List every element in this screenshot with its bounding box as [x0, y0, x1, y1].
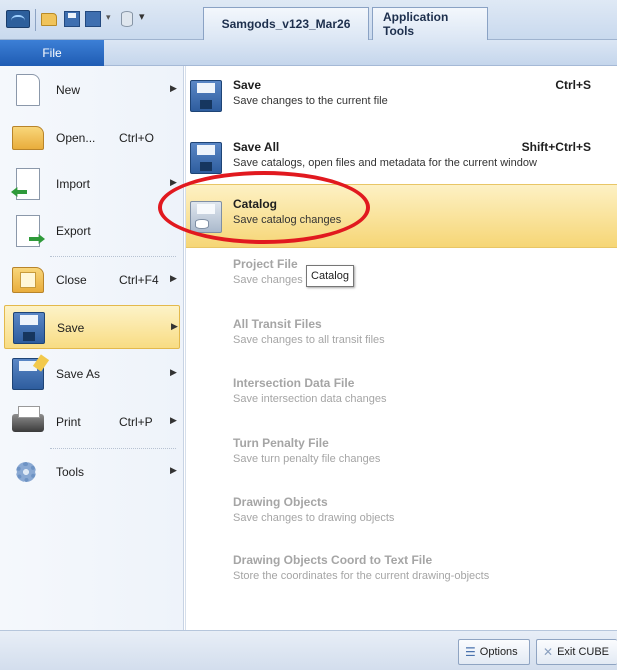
menu-item-close[interactable]: Close Ctrl+F4 ▶ [4, 258, 180, 302]
close-icon: ✕ [543, 645, 554, 659]
submenu-item-title: Save [233, 78, 262, 92]
submenu-item-title: All Transit Files [233, 317, 322, 331]
quick-access-separator [35, 9, 36, 31]
tools-gear-icon [16, 462, 36, 482]
submenu-arrow-icon: ▶ [170, 465, 177, 475]
menu-item-open[interactable]: Open... Ctrl+O [4, 116, 180, 160]
submenu-item-save[interactable]: Save Save changes to the current file Ct… [186, 66, 617, 120]
tooltip: Catalog [306, 265, 354, 287]
submenu-arrow-icon: ▶ [170, 177, 177, 187]
submenu-item-intersection-data-file: Intersection Data File Save intersection… [186, 364, 617, 418]
menu-item-shortcut: Ctrl+F4 [119, 273, 159, 287]
save-all-icon[interactable] [85, 11, 101, 27]
menu-item-label: New [56, 83, 81, 97]
save-submenu: Save Save changes to the current file Ct… [185, 66, 617, 630]
menu-item-label: Import [56, 177, 91, 191]
chevron-down-icon[interactable]: ▾ [106, 12, 114, 28]
submenu-item-title: Intersection Data File [233, 376, 355, 390]
new-document-icon [16, 74, 40, 106]
submenu-item-catalog[interactable]: Catalog Save catalog changes [186, 184, 617, 248]
menu-separator [50, 256, 176, 257]
menu-item-export[interactable]: Export [4, 209, 180, 253]
menu-item-save[interactable]: Save ▶ [4, 305, 180, 349]
menu-item-shortcut: Ctrl+O [119, 131, 155, 145]
menu-separator [50, 448, 176, 449]
save-as-icon [12, 358, 44, 390]
submenu-item-all-transit-files: All Transit Files Save changes to all tr… [186, 305, 617, 359]
application-tools-tab[interactable]: Application Tools [372, 7, 488, 40]
menu-item-label: Save [57, 321, 85, 335]
bottom-bar: ☰ Options ✕ Exit CUBE [0, 630, 617, 670]
submenu-item-title: Catalog [233, 197, 278, 211]
submenu-item-turn-penalty-file: Turn Penalty File Save turn penalty file… [186, 424, 617, 478]
customize-quick-access-icon[interactable]: ▾ [139, 10, 149, 26]
submenu-item-drawing-objects-coord: Drawing Objects Coord to Text File Store… [186, 541, 617, 595]
submenu-item-shortcut: Shift+Ctrl+S [521, 140, 591, 154]
submenu-item-project-file: Project File Save changes to PR file [186, 245, 617, 299]
menu-item-save-as[interactable]: Save As ▶ [4, 352, 180, 396]
save-icon [13, 312, 45, 344]
document-tab[interactable]: Samgods_v123_Mar26 [203, 7, 369, 40]
submenu-item-description: Store the coordinates for the current dr… [233, 570, 490, 582]
submenu-arrow-icon: ▶ [170, 83, 177, 93]
submenu-item-title: Drawing Objects [233, 495, 328, 509]
database-icon[interactable] [121, 11, 133, 27]
submenu-arrow-icon: ▶ [171, 321, 178, 331]
title-bar: ▾ ▾ Samgods_v123_Mar26 Application Tools [0, 0, 617, 40]
export-icon [16, 215, 40, 247]
submenu-arrow-icon: ▶ [170, 367, 177, 377]
menu-item-shortcut: Ctrl+P [119, 415, 153, 429]
catalog-save-icon [190, 201, 222, 233]
exit-button[interactable]: ✕ Exit CUBE [536, 639, 617, 665]
import-icon [16, 168, 40, 200]
menu-item-label: Print [56, 415, 81, 429]
submenu-item-title: Drawing Objects Coord to Text File [233, 553, 433, 567]
submenu-arrow-icon: ▶ [170, 273, 177, 283]
submenu-item-drawing-objects: Drawing Objects Save changes to drawing … [186, 483, 617, 537]
menu-item-new[interactable]: New ▶ [4, 68, 180, 112]
menu-item-label: Tools [56, 465, 85, 479]
ribbon-bar: File [0, 40, 617, 66]
file-tab[interactable]: File [0, 40, 104, 66]
save-all-icon [190, 142, 222, 174]
submenu-item-description: Save changes to drawing objects [233, 512, 395, 524]
menu-item-label: Export [56, 224, 91, 238]
menu-item-tools[interactable]: Tools ▶ [4, 450, 180, 494]
save-icon [190, 80, 222, 112]
submenu-item-description: Save changes to all transit files [233, 334, 385, 346]
options-list-icon: ☰ [465, 645, 476, 659]
submenu-item-title: Save All [233, 140, 280, 154]
menu-item-print[interactable]: Print Ctrl+P ▶ [4, 400, 180, 444]
submenu-item-title: Project File [233, 257, 298, 271]
menu-item-label: Open... [56, 131, 96, 145]
cube-app-icon[interactable] [6, 10, 30, 28]
save-icon[interactable] [64, 11, 80, 27]
file-menu: New ▶ Open... Ctrl+O Import ▶ Export Clo… [0, 66, 184, 630]
submenu-item-description: Save catalog changes [233, 214, 342, 226]
submenu-item-description: Save catalogs, open files and metadata f… [233, 157, 537, 169]
options-button[interactable]: ☰ Options [458, 639, 530, 665]
open-folder-icon [12, 126, 44, 150]
printer-icon [12, 406, 44, 432]
submenu-item-description: Save changes to the current file [233, 95, 388, 107]
options-button-label: Options [479, 646, 518, 658]
menu-item-label: Save As [56, 367, 101, 381]
open-folder-icon[interactable] [41, 13, 57, 26]
menu-item-label: Close [56, 273, 87, 287]
submenu-item-title: Turn Penalty File [233, 436, 329, 450]
submenu-item-description: Save intersection data changes [233, 393, 387, 405]
submenu-item-shortcut: Ctrl+S [555, 78, 591, 92]
submenu-arrow-icon: ▶ [170, 415, 177, 425]
submenu-item-description: Save turn penalty file changes [233, 453, 381, 465]
menu-item-import[interactable]: Import ▶ [4, 162, 180, 206]
close-folder-icon [12, 267, 44, 293]
exit-button-label: Exit CUBE [557, 646, 610, 658]
submenu-item-save-all[interactable]: Save All Save catalogs, open files and m… [186, 128, 617, 182]
